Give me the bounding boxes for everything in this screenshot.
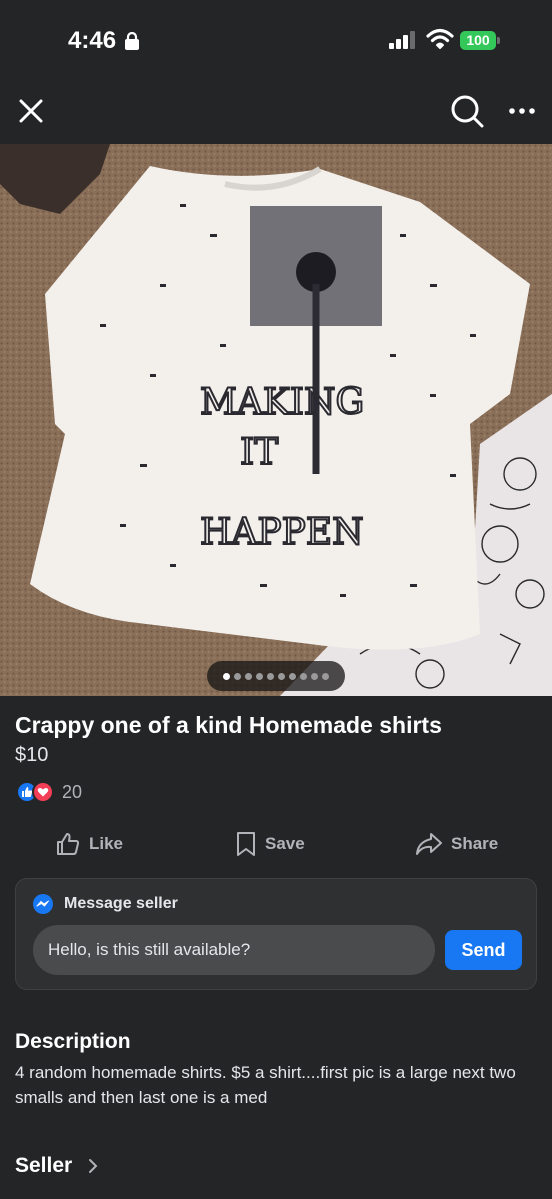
share-arrow-icon <box>416 833 442 855</box>
carousel-dot[interactable] <box>256 672 263 680</box>
battery-indicator: 100 <box>460 31 500 51</box>
listing-price: $10 <box>15 744 49 766</box>
heart-reaction-icon <box>32 781 54 803</box>
carousel-dot[interactable] <box>267 672 274 680</box>
action-row: Like Save Share <box>0 824 552 864</box>
carousel-dot[interactable] <box>223 672 230 680</box>
chevron-right-icon <box>89 1159 98 1173</box>
battery-level: 100 <box>460 31 496 50</box>
send-button[interactable]: Send <box>445 930 522 970</box>
message-input[interactable]: Hello, is this still available? <box>33 925 435 975</box>
listing-title: Crappy one of a kind Homemade shirts <box>15 712 442 738</box>
thumbs-up-icon <box>57 833 80 855</box>
svg-text:MAKING: MAKING <box>200 382 364 423</box>
status-time: 4:46 <box>68 27 117 54</box>
carousel-dot[interactable] <box>311 672 318 680</box>
cellular-signal-icon <box>389 31 415 49</box>
shirt-photo-image: MAKING IT HAPPEN <box>0 144 552 696</box>
carousel-dot[interactable] <box>245 672 252 680</box>
carousel-dot[interactable] <box>278 672 285 680</box>
reaction-count: 20 <box>62 781 83 802</box>
seller-label: Seller <box>15 1154 73 1177</box>
status-bar: 4:46 100 <box>0 0 552 82</box>
carousel-indicator[interactable] <box>207 661 345 691</box>
messenger-icon <box>33 894 53 914</box>
svg-text:IT: IT <box>240 432 278 473</box>
message-seller-card: Message seller Hello, is this still avai… <box>15 878 537 990</box>
battery-tip <box>497 37 500 44</box>
message-seller-header: Message seller <box>32 893 178 915</box>
top-nav <box>0 82 552 144</box>
save-label: Save <box>265 834 305 853</box>
share-button[interactable]: Share <box>415 824 498 864</box>
reaction-summary[interactable]: 20 <box>16 780 82 804</box>
wifi-icon <box>426 28 454 49</box>
more-horizontal-icon[interactable] <box>505 98 539 124</box>
message-seller-label: Message seller <box>64 895 178 912</box>
carousel-dot[interactable] <box>234 672 241 680</box>
description-text: 4 random homemade shirts. $5 a shirt....… <box>15 1063 516 1107</box>
listing-photo[interactable]: MAKING IT HAPPEN <box>0 144 552 696</box>
carousel-dot[interactable] <box>289 672 296 680</box>
bookmark-icon <box>237 832 255 856</box>
carousel-dot[interactable] <box>322 672 329 680</box>
svg-text:HAPPEN: HAPPEN <box>200 512 364 553</box>
like-button[interactable]: Like <box>55 824 123 864</box>
close-icon[interactable] <box>14 94 48 128</box>
share-label: Share <box>451 834 499 853</box>
like-label: Like <box>89 834 124 853</box>
save-button[interactable]: Save <box>235 824 305 864</box>
description-heading: Description <box>15 1030 131 1053</box>
lock-icon <box>125 32 139 50</box>
seller-section-link[interactable]: Seller <box>15 1154 98 1178</box>
search-icon[interactable] <box>449 93 485 129</box>
carousel-dot[interactable] <box>300 672 307 680</box>
